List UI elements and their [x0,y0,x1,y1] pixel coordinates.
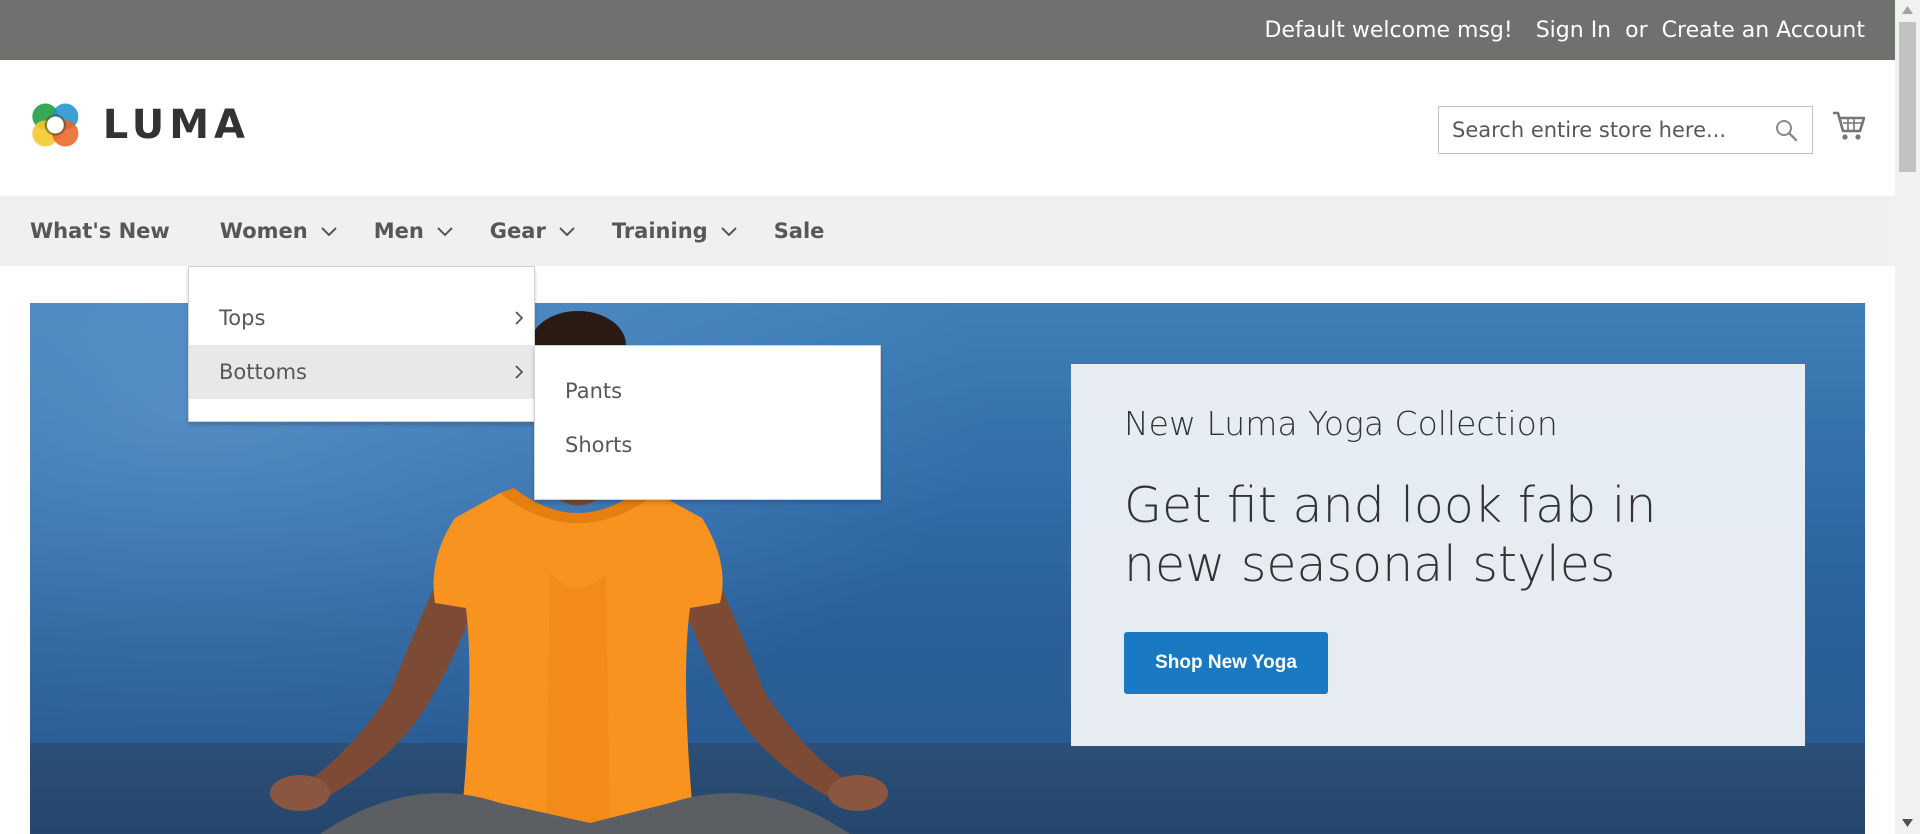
scroll-up-arrow-icon[interactable] [1901,5,1914,15]
search-input[interactable] [1439,108,1759,152]
chevron-down-icon [437,227,453,237]
menu-item-bottoms[interactable]: Bottoms [189,345,534,399]
search-icon[interactable] [1774,118,1798,142]
submenu-item-pants[interactable]: Pants [565,376,622,406]
logo[interactable]: LUMA [30,92,250,158]
nav-item-label: Women [219,219,308,243]
promo-title: Get fit and look fab in new seasonal sty… [1124,477,1657,593]
nav-item-label: What's New [30,219,170,243]
cart-icon[interactable] [1832,108,1866,142]
page: Default welcome msg! Sign In or Create a… [0,0,1920,834]
nav-item-women[interactable]: Women [220,196,338,266]
nav-item-gear[interactable]: Gear [490,196,576,266]
search-box [1438,106,1813,154]
nav-item-whats-new[interactable]: What's New [30,196,170,266]
menu-item-tops[interactable]: Tops [189,291,534,345]
women-dropdown-menu: Tops Bottoms [188,266,535,422]
nav-item-training[interactable]: Training [612,196,738,266]
create-account-link[interactable]: Create an Account [1662,18,1865,43]
scrollbar-thumb[interactable] [1899,22,1916,172]
menu-item-label: Tops [219,306,266,330]
shop-new-yoga-button[interactable]: Shop New Yoga [1124,632,1328,694]
promo-subtitle: New Luma Yoga Collection [1124,404,1558,443]
hero-promo-box: New Luma Yoga Collection Get fit and loo… [1071,364,1805,746]
bottoms-submenu: Pants Shorts [534,345,881,500]
nav-item-sale[interactable]: Sale [774,196,825,266]
chevron-right-icon [515,311,524,325]
site-header: LUMA [0,60,1895,196]
welcome-message: Default welcome msg! [1264,17,1513,43]
chevron-down-icon [559,227,575,237]
nav-item-label: Sale [773,219,825,243]
chevron-down-icon [320,227,337,237]
nav-item-label: Training [611,219,708,243]
menu-item-label: Bottoms [219,360,307,384]
chevron-down-icon [720,227,737,237]
luma-logo-icon [32,103,79,147]
or-separator: or [1625,17,1648,43]
scroll-down-arrow-icon[interactable] [1901,818,1914,828]
main-navigation: What's New Women Men Gear Training Sale [0,196,1895,266]
logo-text: LUMA [102,102,250,148]
nav-item-men[interactable]: Men [374,196,454,266]
nav-item-label: Men [373,219,424,243]
sign-in-link[interactable]: Sign In [1536,18,1611,43]
panel-header: Default welcome msg! Sign In or Create a… [0,0,1895,60]
page-scrollbar[interactable] [1895,0,1920,834]
nav-item-label: Gear [489,219,546,243]
chevron-right-icon [515,365,524,379]
submenu-item-shorts[interactable]: Shorts [565,430,632,460]
